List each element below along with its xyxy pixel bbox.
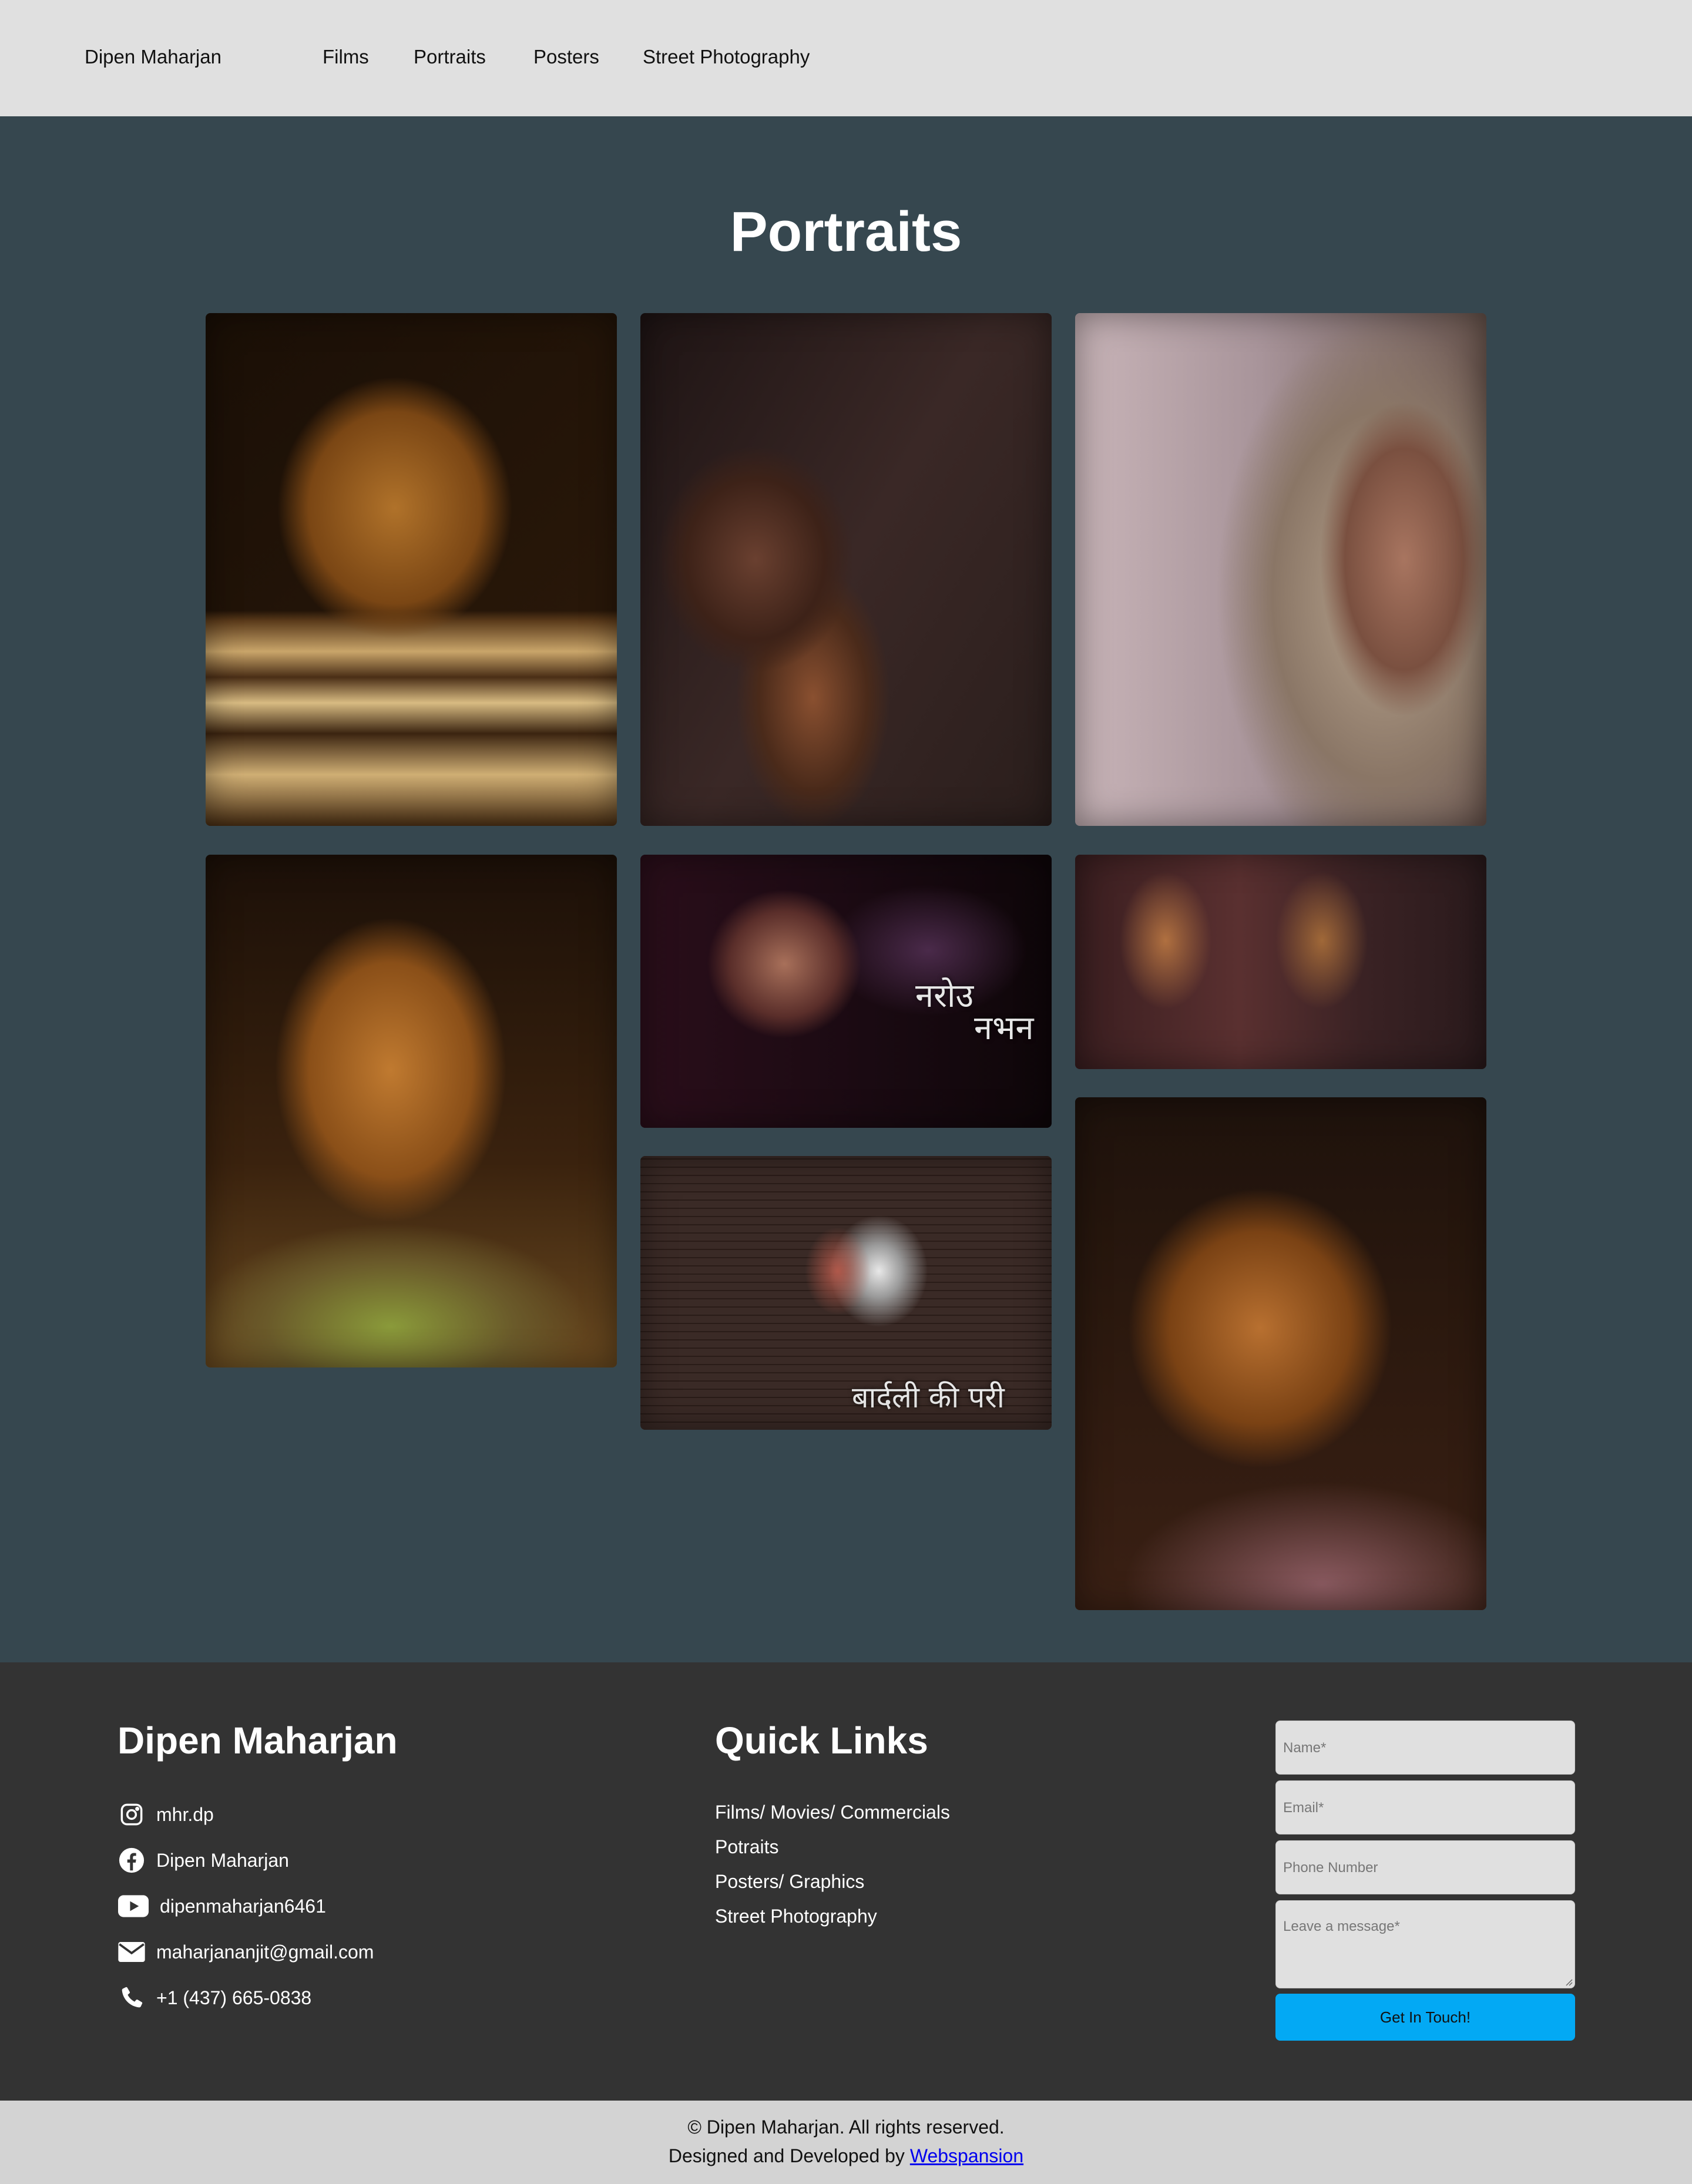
poster-title-line2: नभन	[974, 1009, 1034, 1047]
youtube-icon	[118, 1892, 149, 1920]
contact-phone-text: +1 (437) 665-0838	[156, 1987, 312, 2008]
facebook-icon	[118, 1846, 146, 1874]
credits-line: Designed and Developed by Webspansion	[0, 2145, 1692, 2167]
photo-silhouettes-hands[interactable]	[1075, 855, 1486, 1069]
contact-facebook[interactable]: Dipen Maharjan	[118, 1843, 289, 1878]
nav-link-films[interactable]: Films	[323, 46, 369, 68]
contact-instagram-text: mhr.dp	[156, 1803, 214, 1825]
email-field[interactable]: Email*	[1275, 1780, 1575, 1834]
poster-title-line1: नरोउ	[915, 977, 974, 1015]
footer-brand-heading: Dipen Maharjan	[118, 1719, 398, 1762]
message-field[interactable]: Leave a message*	[1275, 1900, 1575, 1988]
quick-link-portraits[interactable]: Potraits	[715, 1836, 778, 1858]
name-field[interactable]: Name*	[1275, 1721, 1575, 1775]
site-footer: Dipen Maharjan mhr.dp Dipen Maharjan dip…	[0, 1662, 1692, 2101]
copyright-bar: © Dipen Maharjan. All rights reserved. D…	[0, 2101, 1692, 2184]
photo-woman-hand-on-face[interactable]	[640, 313, 1052, 826]
mail-icon	[118, 1938, 146, 1966]
get-in-touch-button[interactable]: Get In Touch!	[1275, 1994, 1575, 2041]
contact-facebook-text: Dipen Maharjan	[156, 1849, 289, 1871]
poster-title: बार्दली की परी	[852, 1380, 1005, 1414]
page-title: Portraits	[730, 200, 962, 263]
nav-link-posters[interactable]: Posters	[533, 46, 599, 68]
photo-woman-green-sweater[interactable]	[206, 855, 617, 1367]
name-field-placeholder: Name*	[1283, 1740, 1327, 1756]
quick-link-films[interactable]: Films/ Movies/ Commercials	[715, 1802, 950, 1823]
brand-logo-link[interactable]: Dipen Maharjan	[85, 46, 221, 68]
contact-email-text: maharjananjit@gmail.com	[156, 1941, 374, 1963]
quick-link-posters[interactable]: Posters/ Graphics	[715, 1871, 864, 1893]
contact-youtube[interactable]: dipenmaharjan6461	[118, 1889, 326, 1924]
contact-instagram[interactable]: mhr.dp	[118, 1797, 214, 1832]
resize-handle-icon[interactable]	[1563, 1977, 1573, 1986]
photo-poster-angel-wings[interactable]: बार्दली की परी	[640, 1156, 1052, 1430]
developer-link[interactable]: Webspansion	[910, 2145, 1023, 2166]
quick-link-street-photography[interactable]: Street Photography	[715, 1906, 877, 1927]
photo-elderly-man[interactable]	[206, 313, 617, 826]
credits-text: Designed and Developed by	[668, 2145, 910, 2166]
phone-field-placeholder: Phone Number	[1283, 1860, 1378, 1876]
photo-woman-headscarf[interactable]	[1075, 313, 1486, 826]
phone-field[interactable]: Phone Number	[1275, 1840, 1575, 1894]
nav-link-street-photography[interactable]: Street Photography	[643, 46, 810, 68]
email-field-placeholder: Email*	[1283, 1800, 1324, 1816]
photo-poster-woman-smoking[interactable]: नरोउ नभन	[640, 855, 1052, 1128]
portraits-section: Portraits नरोउ नभन बार्दली की परी	[0, 116, 1692, 1662]
copyright-text: © Dipen Maharjan. All rights reserved.	[687, 2116, 1005, 2138]
contact-youtube-text: dipenmaharjan6461	[160, 1895, 326, 1917]
contact-email[interactable]: maharjananjit@gmail.com	[118, 1934, 374, 1970]
message-field-placeholder: Leave a message*	[1283, 1918, 1400, 1934]
instagram-icon	[118, 1800, 146, 1829]
phone-icon	[118, 1984, 146, 2012]
quick-links-heading: Quick Links	[715, 1719, 928, 1762]
photo-child[interactable]	[1075, 1097, 1486, 1610]
top-navbar: Dipen Maharjan Films Portraits Posters S…	[0, 0, 1692, 116]
contact-phone[interactable]: +1 (437) 665-0838	[118, 1980, 311, 2015]
nav-link-portraits[interactable]: Portraits	[414, 46, 486, 68]
